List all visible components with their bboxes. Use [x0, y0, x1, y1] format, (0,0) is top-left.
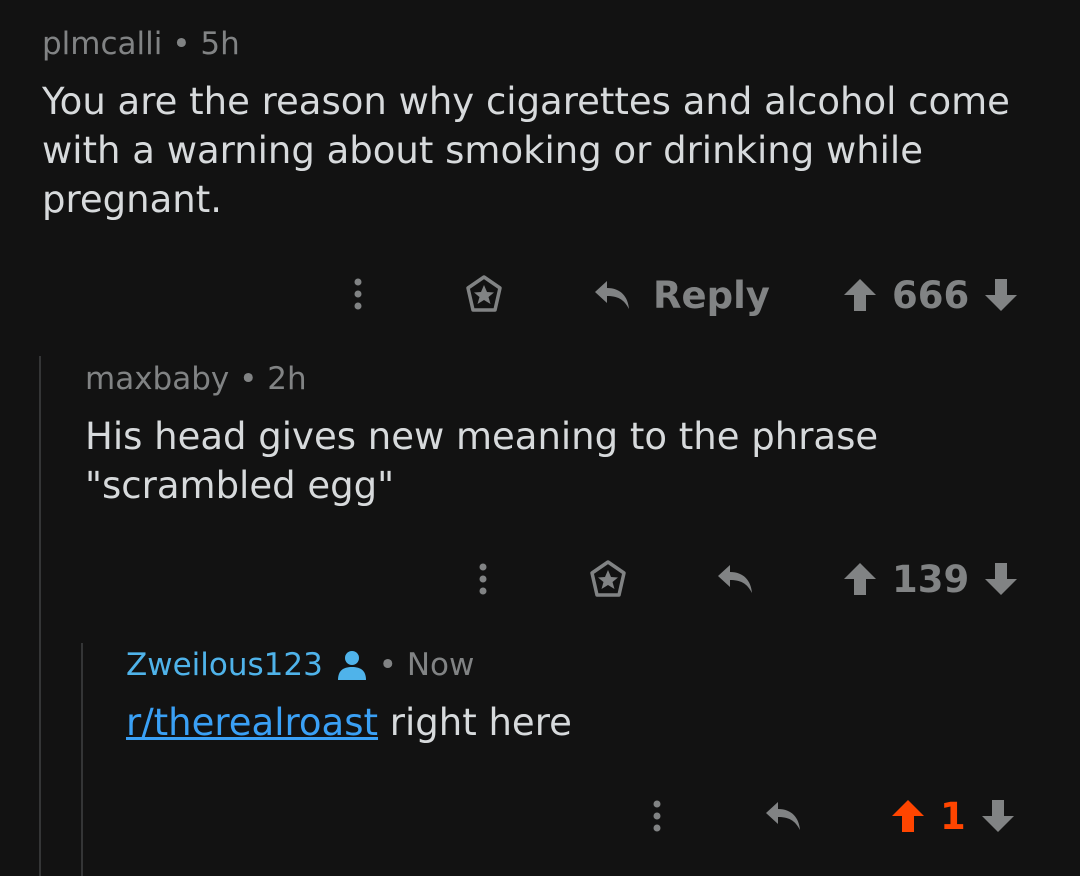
comment-2-more-button[interactable] — [474, 561, 492, 597]
comment-3-body: r/therealroast right here — [126, 698, 1026, 747]
comment-1-meta: plmcalli • 5h — [42, 26, 240, 62]
comment-1-username[interactable]: plmcalli — [42, 26, 162, 62]
subreddit-link[interactable]: r/therealroast — [126, 701, 378, 744]
comment-2-award-button[interactable] — [588, 559, 628, 599]
comment-1-time: 5h — [200, 26, 240, 62]
comment-3-body-text: right here — [378, 701, 572, 744]
more-vertical-icon — [653, 800, 661, 832]
comment-3-meta: Zweilous123 • Now — [126, 647, 474, 683]
comment-3-votes: 1 — [890, 793, 1016, 839]
downvote-arrow-icon[interactable] — [980, 798, 1016, 834]
comment-3-time: Now — [406, 647, 475, 683]
more-vertical-icon — [354, 278, 362, 310]
comment-1-more-button[interactable] — [349, 276, 367, 312]
downvote-arrow-icon[interactable] — [983, 561, 1019, 597]
comment-1-reply-label: Reply — [653, 273, 770, 317]
comment-1-reply-button[interactable]: Reply — [593, 272, 770, 318]
thread-line-level-1[interactable] — [39, 356, 41, 876]
comment-2-username[interactable]: maxbaby — [85, 361, 229, 397]
upvote-arrow-icon[interactable] — [890, 798, 926, 834]
comment-2-votes: 139 — [842, 556, 1019, 602]
user-icon — [337, 651, 366, 680]
comment-1-votes: 666 — [842, 272, 1019, 318]
comment-1-award-button[interactable] — [464, 274, 504, 314]
comment-1-body: You are the reason why cigarettes and al… — [42, 80, 1010, 221]
comment-2-time: 2h — [267, 361, 307, 397]
reply-arrow-icon — [595, 281, 629, 309]
award-icon — [466, 275, 502, 312]
comment-3-score: 1 — [940, 794, 966, 838]
more-vertical-icon — [479, 563, 487, 595]
thread-line-level-2[interactable] — [81, 643, 83, 876]
comment-3-username[interactable]: Zweilous123 — [126, 647, 323, 683]
comment-3-reply-button[interactable] — [764, 798, 802, 834]
reply-arrow-icon — [718, 565, 752, 593]
comment-3-separator: • — [368, 647, 407, 683]
comment-2-score: 139 — [892, 557, 970, 601]
downvote-arrow-icon[interactable] — [983, 277, 1019, 313]
award-icon — [590, 560, 626, 597]
comment-2-body: His head gives new meaning to the phrase… — [85, 415, 879, 507]
reply-arrow-icon — [766, 802, 800, 830]
comment-1-separator: • — [162, 26, 201, 62]
upvote-arrow-icon[interactable] — [842, 561, 878, 597]
comment-2-separator: • — [229, 361, 268, 397]
comment-3-more-button[interactable] — [648, 798, 666, 834]
comment-2-reply-button[interactable] — [716, 561, 754, 597]
upvote-arrow-icon[interactable] — [842, 277, 878, 313]
comment-1-score: 666 — [892, 273, 970, 317]
comment-2-meta: maxbaby • 2h — [85, 361, 307, 397]
